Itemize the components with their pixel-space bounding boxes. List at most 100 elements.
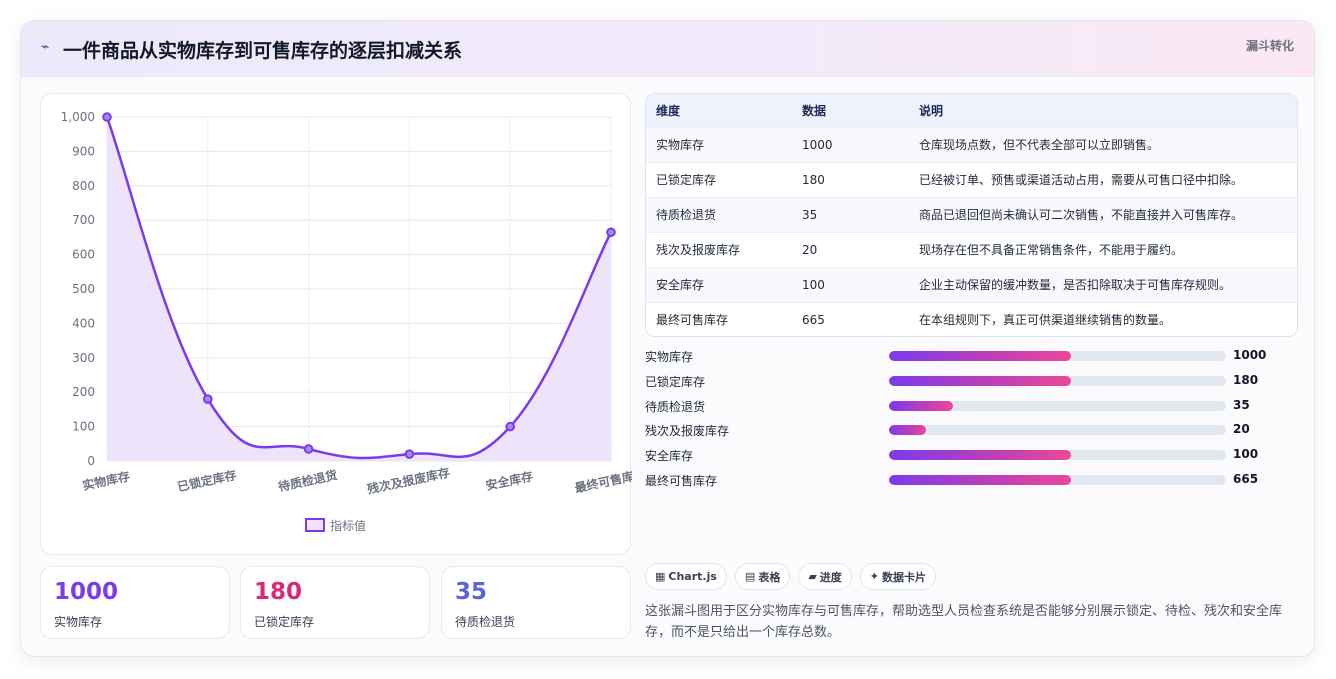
cell-description: 现场存在但不具备正常销售条件，不能用于履约。 [919,231,1297,267]
x-tick-label: 最终可售库存 [573,466,632,496]
cell-dimension: 最终可售库存 [646,301,802,336]
main-card: ⌁ 一件商品从实物库存到可售库存的逐层扣减关系 漏斗转化 1,000 900 800… [20,20,1315,657]
chip-label: Chart.js [668,570,717,583]
legend-swatch [305,518,325,532]
cell-value: 35 [802,196,919,232]
stat-label: 实物库存 [54,615,103,629]
y-tick-label: 200 [72,385,95,399]
progress-fill [889,375,1071,386]
table-row: 待质检退货 35 商品已退回但尚未确认可二次销售，不能直接并入可售库存。 [646,196,1297,232]
progress-label: 待质检退货 [645,399,706,414]
x-tick-label: 实物库存 [81,468,131,493]
progress-value: 1000 [1233,348,1267,362]
progress-value: 35 [1233,397,1250,412]
progress-track [889,425,1226,436]
feature-chips: ▦ Chart.js ▤ 表格 ▰ 进度 ✦ 数据卡片 [645,563,937,590]
progress-label: 安全库存 [645,449,694,464]
table-row: 最终可售库存 665 在本组规则下，真正可供渠道继续销售的数量。 [646,301,1297,336]
data-point [102,112,112,122]
progress-track [889,450,1226,461]
progress-value: 665 [1233,471,1259,486]
data-point [505,421,516,432]
cell-dimension: 已锁定库存 [646,161,802,197]
chip-label: 数据卡片 [882,570,927,584]
progress-list: 实物库存 1000 已锁定库存 180 待质检退货 35 残次及报废库存 20 安全库存 100 最… [645,346,1298,495]
table-header-row: 维度 数据 说明 [646,94,1297,127]
progress-row: 实物库存 1000 [645,346,1298,371]
data-point [203,394,213,404]
cell-description: 已经被订单、预售或渠道活动占用，需要从可售口径中扣除。 [919,161,1297,197]
column-header: 说明 [919,103,944,118]
progress-value: 100 [1233,447,1259,462]
progress-row: 最终可售库存 665 [645,470,1298,495]
y-tick-label: 600 [72,248,95,262]
description: 这张漏斗图用于区分实物库存与可售库存，帮助选型人员检查系统是否能够分别展示锁定、… [645,604,1283,640]
legend-label: 指标值 [330,518,366,533]
chip-table: ▤ 表格 [734,563,791,590]
progress-fill [889,450,1071,461]
y-tick-label: 800 [72,179,95,193]
chart-icon: ▦ [655,570,666,583]
table-icon: ▤ [744,570,756,583]
data-point [404,449,415,459]
card-header: ⌁ 一件商品从实物库存到可售库存的逐层扣减关系 漏斗转化 [21,21,1314,77]
page-title: 一件商品从实物库存到可售库存的逐层扣减关系 [63,40,463,62]
chip-chart: ▦ Chart.js [645,563,727,590]
progress-icon: ▰ [808,570,817,583]
column-header: 数据 [802,103,827,118]
sparkle-icon: ✦ [869,570,880,583]
cell-description: 商品已退回但尚未确认可二次销售，不能直接并入可售库存。 [919,196,1297,232]
chip-label: 表格 [758,570,781,584]
progress-track [889,375,1226,386]
stat-card-locked: 180 已锁定库存 [240,566,430,639]
bolt-icon: ⌁ [41,39,50,55]
y-tick-label: 1,000 [61,110,95,124]
x-tick-label: 残次及报废库存 [366,465,451,497]
progress-track [889,400,1226,411]
cell-value: 180 [802,161,919,197]
progress-row: 待质检退货 35 [645,396,1298,421]
progress-label: 实物库存 [645,350,694,364]
stat-label: 待质检退货 [455,615,516,629]
progress-fill [889,400,954,411]
stat-card-returns: 35 待质检退货 [441,566,631,639]
x-tick-label: 待质检退货 [277,467,339,494]
progress-track [889,474,1226,485]
stat-value: 35 [455,579,488,605]
y-tick-label: 900 [72,144,95,158]
chip-label: 进度 [819,570,842,584]
x-tick-label: 安全库存 [484,468,534,493]
cell-dimension: 实物库存 [646,126,802,162]
cell-dimension: 安全库存 [646,266,802,302]
stat-value: 1000 [54,579,119,605]
chart-panel: 1,000 900 800 700 600 500 400 300 200 100 0 实物库存 已锁定… [40,93,632,555]
cell-description: 仓库现场点数，但不代表全部可以立即销售。 [919,126,1297,162]
y-tick-label: 700 [72,213,95,227]
y-tick-label: 500 [72,282,95,296]
cell-dimension: 残次及报废库存 [646,231,802,267]
cell-dimension: 待质检退货 [646,196,802,232]
chart-type-tag: 漏斗转化 [1245,39,1294,53]
stat-label: 已锁定库存 [254,615,315,629]
column-header: 维度 [656,103,681,118]
data-table: 维度 数据 说明 实物库存 1000 仓库现场点数，但不代表全部可以立即销售。 已锁定… [645,93,1298,337]
chip-progress: ▰ 进度 [798,563,852,590]
cell-value: 1000 [802,126,919,162]
progress-row: 安全库存 100 [645,445,1298,470]
progress-fill [889,425,927,436]
y-tick-label: 400 [72,316,95,330]
progress-row: 残次及报废库存 20 [645,420,1298,445]
data-point [303,444,314,454]
chip-sparkle: ✦ 数据卡片 [859,563,937,590]
cell-description: 企业主动保留的缓冲数量，是否扣除取决于可售库存规则。 [919,266,1297,302]
cell-value: 100 [802,266,919,302]
y-tick-label: 0 [87,454,95,468]
table-row: 残次及报废库存 20 现场存在但不具备正常销售条件，不能用于履约。 [646,231,1297,267]
table-row: 已锁定库存 180 已经被订单、预售或渠道活动占用，需要从可售口径中扣除。 [646,161,1297,197]
progress-fill [889,474,1071,485]
progress-label: 最终可售库存 [645,473,718,488]
cell-description: 在本组规则下，真正可供渠道继续销售的数量。 [919,301,1297,336]
table-row: 安全库存 100 企业主动保留的缓冲数量，是否扣除取决于可售库存规则。 [646,266,1297,302]
stat-value: 180 [254,579,303,605]
progress-row: 已锁定库存 180 [645,371,1298,396]
